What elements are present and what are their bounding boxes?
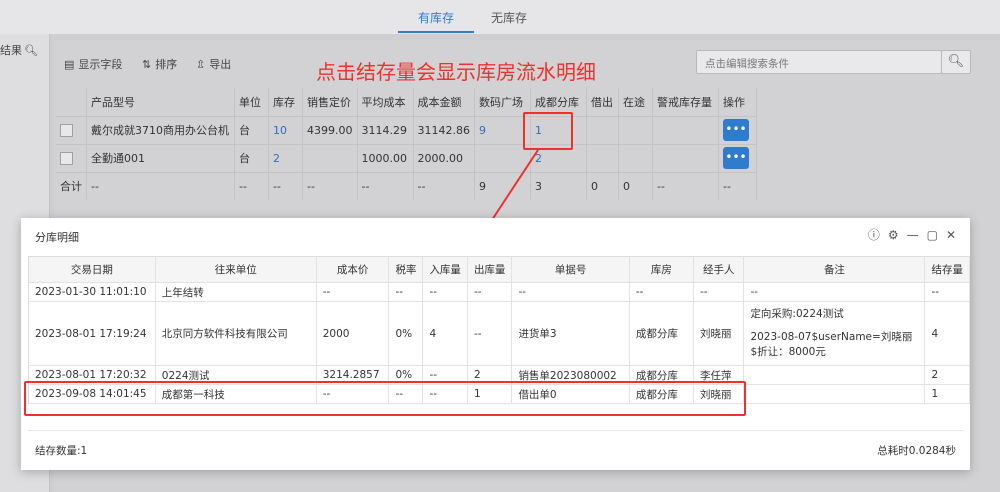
cell-balance: 1 — [924, 384, 970, 404]
cell-cost: 2000 — [316, 301, 390, 366]
gear-icon[interactable]: ⚙ — [888, 228, 899, 242]
remark-line: 定向采购:0224测试 — [750, 307, 844, 320]
cell-doc: -- — [511, 282, 630, 302]
header-remark[interactable]: 备注 — [743, 256, 926, 283]
cell-balance: 2 — [924, 365, 970, 385]
remark-line: 2023-08-07$userName=刘晓丽$折让：8000元 — [750, 330, 913, 359]
cell-warehouse: -- — [629, 282, 695, 302]
header-doc[interactable]: 单据号 — [511, 256, 630, 283]
header-tax[interactable]: 税率 — [388, 256, 424, 283]
header-partner[interactable]: 往来单位 — [155, 256, 317, 283]
table-row[interactable]: 2023-08-01 17:19:24 北京同方软件科技有限公司 2000 0%… — [28, 301, 970, 366]
warehouse-detail-dialog: 分库明细 ⓘ ⚙ — ▢ ✕ 交易日期 往来单位 成本价 税率 入库量 出库量 单据号 … — [21, 218, 970, 470]
cell-warehouse: 成都分库 — [629, 301, 695, 366]
cell-tax: 0% — [388, 301, 424, 366]
cell-out: -- — [467, 301, 513, 366]
cell-handler: -- — [693, 282, 745, 302]
arrow-line — [487, 149, 539, 227]
cell-handler: 刘晓丽 — [693, 301, 745, 366]
minimize-icon[interactable]: — — [907, 228, 919, 242]
close-icon[interactable]: ✕ — [946, 228, 956, 242]
header-handler[interactable]: 经手人 — [693, 256, 745, 283]
cell-cost: -- — [316, 282, 390, 302]
cell-in: 4 — [422, 301, 468, 366]
cell-remark — [743, 384, 926, 404]
cell-remark: -- — [743, 282, 926, 302]
cell-partner: 北京同方软件科技有限公司 — [155, 301, 317, 366]
table-row[interactable]: 2023-01-30 11:01:10 上年结转 -- -- -- -- -- … — [28, 282, 970, 302]
cell-balance: -- — [924, 282, 970, 302]
cell-out: -- — [467, 282, 513, 302]
header-balance[interactable]: 结存量 — [924, 256, 970, 283]
cell-tax: -- — [388, 282, 424, 302]
dialog-title: 分库明细 — [35, 231, 79, 244]
cell-remark — [743, 365, 926, 385]
cell-date: 2023-08-01 17:19:24 — [28, 301, 156, 366]
header-date[interactable]: 交易日期 — [28, 256, 156, 283]
balance-summary: 结存数量:1 — [35, 445, 88, 457]
cell-remark: 定向采购:0224测试 2023-08-07$userName=刘晓丽$折让：8… — [743, 301, 926, 366]
dialog-controls: ⓘ ⚙ — ▢ ✕ — [860, 226, 956, 243]
cell-date: 2023-01-30 11:01:10 — [28, 282, 156, 302]
detail-header-row: 交易日期 往来单位 成本价 税率 入库量 出库量 单据号 库房 经手人 备注 结… — [28, 256, 970, 283]
cell-doc: 进货单3 — [511, 301, 630, 366]
maximize-icon[interactable]: ▢ — [927, 228, 938, 242]
cell-balance: 4 — [924, 301, 970, 366]
header-in[interactable]: 入库量 — [422, 256, 468, 283]
footer-divider — [28, 430, 963, 431]
elapsed-time: 总耗时0.0284秒 — [877, 445, 956, 457]
cell-partner: 上年结转 — [155, 282, 317, 302]
cell-in: -- — [422, 282, 468, 302]
header-warehouse[interactable]: 库房 — [629, 256, 695, 283]
header-cost[interactable]: 成本价 — [316, 256, 390, 283]
header-out[interactable]: 出库量 — [467, 256, 513, 283]
highlight-box-lend-row — [24, 381, 746, 416]
help-icon[interactable]: ⓘ — [868, 228, 880, 242]
